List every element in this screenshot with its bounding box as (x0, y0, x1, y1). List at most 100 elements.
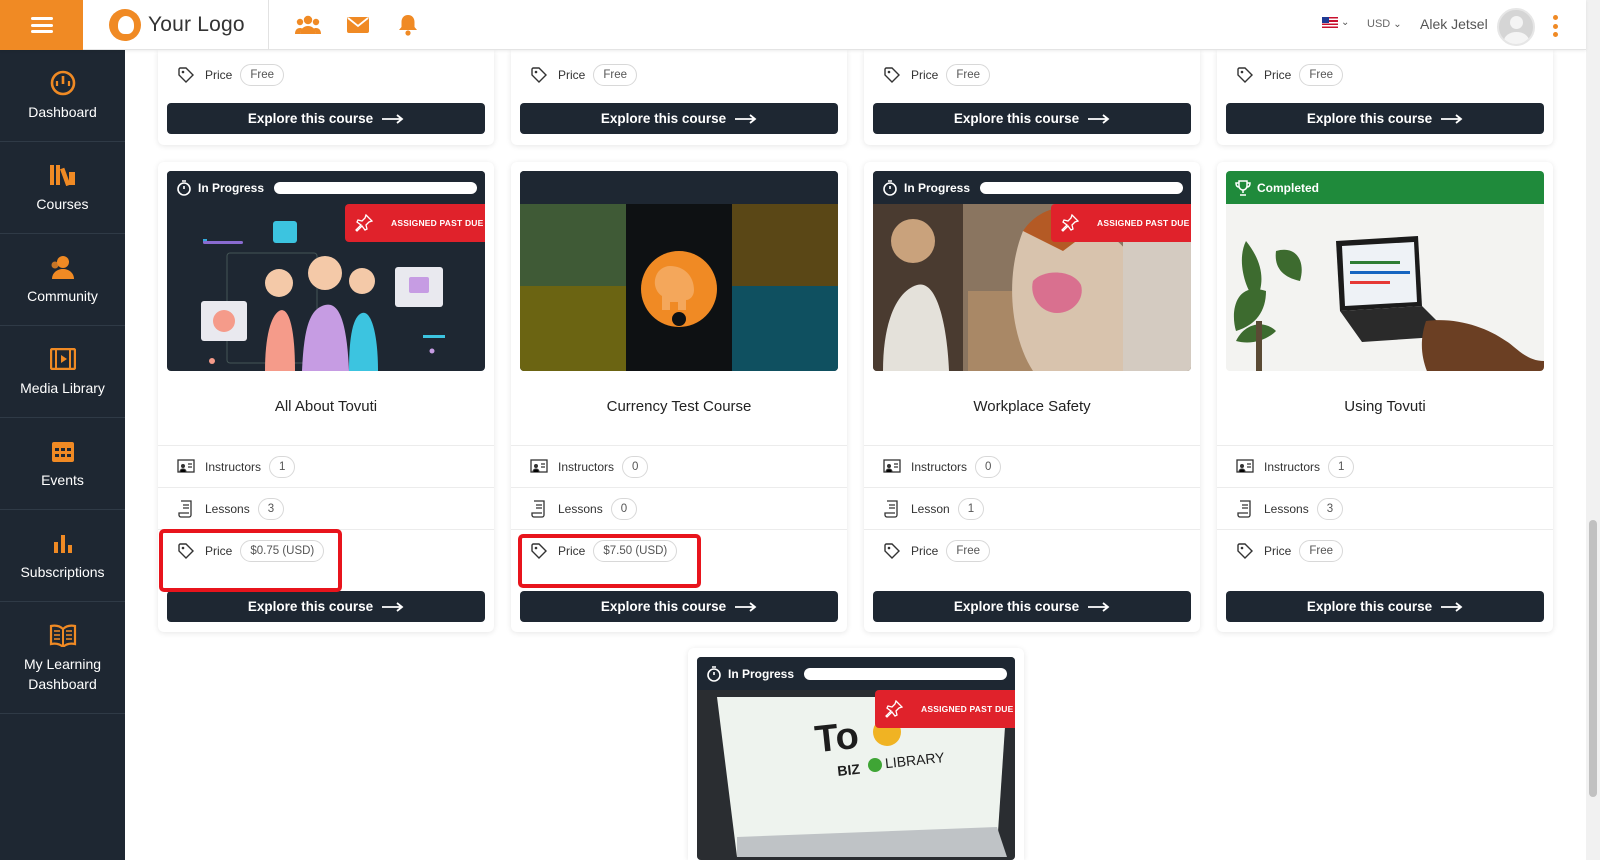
arrow-right-icon (735, 601, 757, 612)
top-bar: Your Logo ⌄ USD ⌄ Alek Jetsel (0, 0, 1586, 50)
sidebar-item-label: Courses (36, 195, 89, 212)
status-bar: In Progress (873, 171, 1191, 204)
course-title[interactable]: Using Tovuti (1217, 398, 1553, 415)
price-row: Price Free (158, 54, 494, 96)
course-card: Currency Test Course Instructors 0 Lesso… (511, 162, 847, 632)
explore-course-button[interactable]: Explore this course (167, 591, 485, 622)
sidebar-item-community[interactable]: Community (0, 234, 125, 326)
status-bar: In Progress (697, 657, 1015, 690)
svg-text:BIZ: BIZ (837, 761, 862, 779)
menu-toggle-button[interactable] (0, 0, 83, 50)
scroll-list-icon (529, 499, 549, 519)
course-thumbnail[interactable]: In Progress ASSIGNED PAST DUE To BIZ LIB… (697, 657, 1015, 860)
explore-course-button[interactable]: Explore this course (873, 103, 1191, 134)
sidebar-item-media-library[interactable]: Media Library (0, 326, 125, 418)
arrow-right-icon (382, 113, 404, 124)
price-label: Price (911, 543, 939, 558)
logo-text: Your Logo (148, 13, 245, 36)
currency-value: USD (1367, 18, 1391, 30)
lessons-count: 0 (610, 497, 638, 520)
sidebar-item-label: Community (27, 287, 98, 304)
price-tag-icon (176, 65, 196, 85)
price-row: Price Free (864, 54, 1200, 96)
mail-icon[interactable] (345, 12, 371, 38)
explore-course-button[interactable]: Explore this course (167, 103, 485, 134)
course-thumbnail[interactable]: Completed (1226, 171, 1544, 371)
explore-course-button[interactable]: Explore this course (1226, 591, 1544, 622)
explore-course-button[interactable]: Explore this course (1226, 103, 1544, 134)
sidebar-item-my-learning-dashboard[interactable]: My Learning Dashboard (0, 602, 125, 714)
price-tag-icon (1235, 541, 1255, 561)
sidebar-item-dashboard[interactable]: Dashboard (0, 50, 125, 142)
status-text: In Progress (728, 666, 795, 681)
course-thumbnail[interactable]: In Progress ASSIGNED PAST DUE (873, 171, 1191, 371)
price-row: Price Free (511, 54, 847, 96)
progress-bar (980, 181, 1183, 194)
price-label: Price (205, 543, 233, 558)
arrow-right-icon (1441, 113, 1463, 124)
course-title[interactable]: Currency Test Course (511, 398, 847, 415)
course-thumbnail[interactable]: In Progress ASSIGNED PAST DUE (167, 171, 485, 371)
price-tag-icon (882, 65, 902, 85)
sidebar-item-subscriptions[interactable]: Subscriptions (0, 510, 125, 602)
page-scrollbar[interactable] (1586, 0, 1600, 860)
avatar[interactable] (1497, 8, 1535, 46)
bell-icon[interactable] (395, 12, 421, 38)
course-card-partial: Price Free Explore this course (864, 50, 1200, 145)
instructors-count: 1 (1328, 455, 1355, 478)
instructors-count: 1 (269, 455, 296, 478)
user-name[interactable]: Alek Jetsel (1420, 16, 1488, 32)
explore-label: Explore this course (247, 111, 374, 126)
currency-select[interactable]: USD ⌄ (1367, 18, 1402, 30)
explore-label: Explore this course (1306, 599, 1433, 614)
sidebar-item-label: Media Library (20, 379, 105, 396)
status-bar: In Progress (167, 171, 485, 204)
badge-text: ASSIGNED PAST DUE (1097, 218, 1190, 228)
course-title[interactable]: Workplace Safety (864, 398, 1200, 415)
course-title[interactable]: All About Tovuti (158, 398, 494, 415)
lessons-label: Lessons (1264, 501, 1309, 516)
instructor-board-icon (882, 457, 902, 477)
instructors-label: Instructors (911, 459, 968, 474)
chevron-down-icon: ⌄ (1393, 18, 1402, 30)
language-select[interactable]: ⌄ (1322, 17, 1349, 28)
explore-course-button[interactable]: Explore this course (520, 103, 838, 134)
lessons-row: Lesson 1 (864, 487, 1200, 529)
instructors-label: Instructors (558, 459, 615, 474)
us-flag-icon (1322, 17, 1338, 28)
sidebar-item-courses[interactable]: Courses (0, 142, 125, 234)
scrollbar-thumb[interactable] (1589, 520, 1597, 797)
course-card-partial: Price Free Explore this course (1217, 50, 1553, 145)
sidebar-item-label: My Learning Dashboard (23, 655, 102, 692)
price-value: Free (946, 539, 990, 562)
course-card: In Progress ASSIGNED PAST DUE Workplace … (864, 162, 1200, 632)
price-row: Price Free (1217, 529, 1553, 571)
price-value: Free (240, 64, 284, 86)
explore-course-button[interactable]: Explore this course (520, 591, 838, 622)
stopwatch-icon (883, 179, 897, 196)
instructors-label: Instructors (205, 459, 262, 474)
price-value: Free (1299, 539, 1343, 562)
instructors-row: Instructors 1 (1217, 445, 1553, 487)
scroll-list-icon (176, 499, 196, 519)
hamburger-icon (30, 17, 53, 33)
price-row: Price Free (1217, 54, 1553, 96)
instructors-count: 0 (975, 455, 1002, 478)
arrow-right-icon (1088, 601, 1110, 612)
sidebar-item-events[interactable]: Events (0, 418, 125, 510)
course-thumbnail[interactable] (520, 171, 838, 371)
community-people-icon[interactable] (295, 12, 321, 38)
lessons-count: 3 (1316, 497, 1344, 520)
more-options-icon[interactable] (1553, 15, 1559, 37)
status-bar: Completed (1226, 171, 1544, 204)
pushpin-icon (355, 214, 373, 232)
open-book-icon (49, 621, 77, 649)
price-tag-icon (176, 541, 196, 561)
library-books-icon (49, 161, 77, 189)
explore-course-button[interactable]: Explore this course (873, 591, 1191, 622)
logo[interactable]: Your Logo (109, 9, 245, 41)
assigned-past-due-badge: ASSIGNED PAST DUE (875, 690, 1015, 728)
arrow-right-icon (1441, 601, 1463, 612)
arrow-right-icon (382, 601, 404, 612)
badge-text: ASSIGNED PAST DUE (391, 218, 484, 228)
